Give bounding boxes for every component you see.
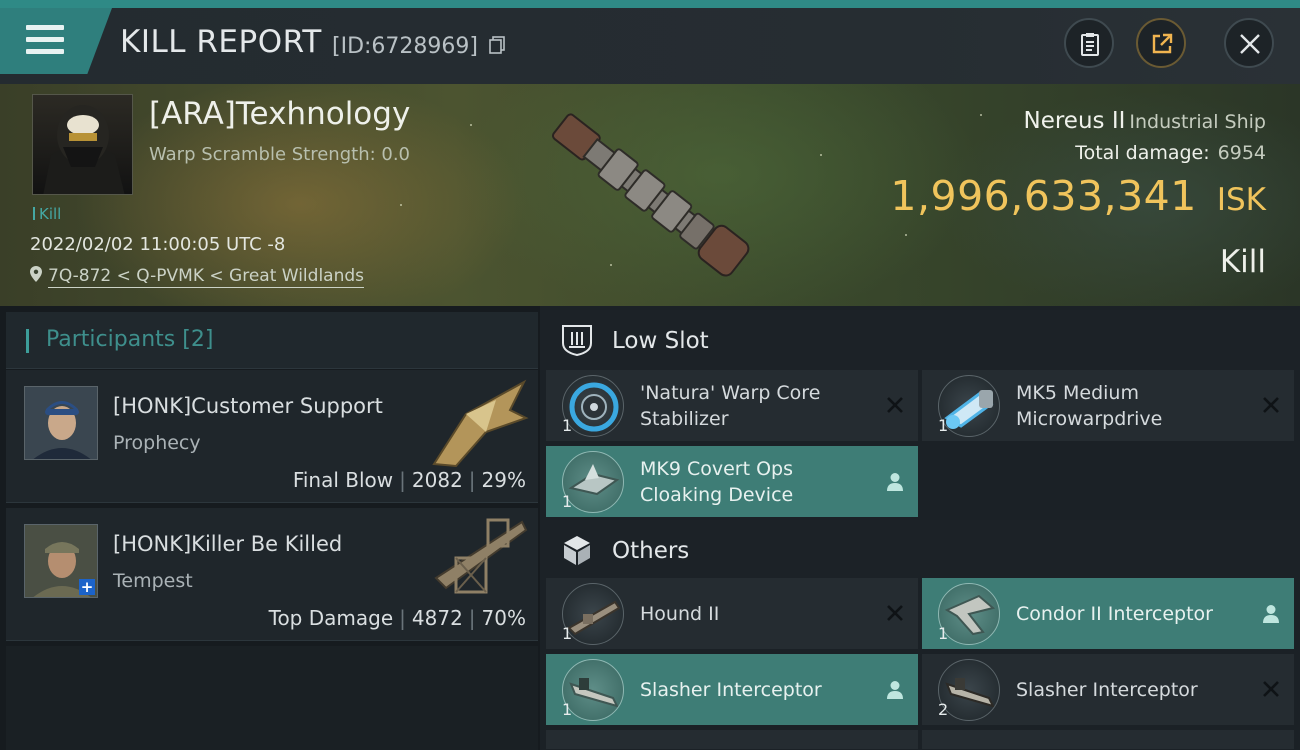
participant-name[interactable]: [HONK]Killer Be Killed [113, 532, 342, 556]
item-name: MK9 Covert Ops Cloaking Device [640, 458, 794, 506]
participant-damage: 2082 [411, 468, 463, 492]
cross-icon [1263, 681, 1279, 697]
participant-row[interactable]: + [HONK]Killer Be Killed Tempest Top Dam… [6, 508, 538, 641]
item-name: 'Natura' Warp Core Stabilizer [640, 382, 821, 430]
item-row[interactable]: 2 Slasher Interceptor [922, 654, 1294, 726]
isk-unit: ISK [1216, 182, 1266, 218]
section-title-low-slot: Low Slot [612, 328, 709, 354]
location-link[interactable]: 7Q-872 < Q-PVMK < Great Wildlands [48, 266, 365, 288]
item-quantity: 1 [562, 700, 573, 719]
victim-portrait[interactable] [32, 94, 133, 195]
cross-icon [887, 605, 903, 621]
isk-value: 1,996,633,341 [890, 172, 1197, 220]
participant-stats: Final Blow | 2082 | 29% [292, 468, 526, 492]
share-button[interactable] [1136, 18, 1186, 68]
item-row[interactable]: 1 Hound II [546, 578, 918, 650]
pilot-portrait-image [43, 105, 125, 194]
item-quantity: 1 [562, 624, 573, 643]
item-row[interactable]: 1 Condor II Interceptor [922, 578, 1294, 650]
section-header-low-slot: Low Slot [540, 310, 1300, 370]
ship-name[interactable]: Nereus II [1024, 108, 1126, 134]
hamburger-icon [26, 25, 64, 30]
participants-empty-area [6, 646, 538, 750]
participant-damage: 4872 [411, 606, 463, 630]
kill-tag: Kill [33, 205, 61, 223]
item-name: Hound II [640, 603, 720, 625]
participant-name[interactable]: [HONK]Customer Support [113, 394, 383, 418]
victim-banner: [ARA]Texhnology Warp Scramble Strength: … [0, 84, 1300, 306]
participants-count: [2] [182, 327, 214, 352]
participant-percent: 70% [481, 606, 526, 630]
participant-portrait-image [25, 387, 97, 459]
report-button[interactable] [1064, 18, 1114, 68]
location-pin-icon [30, 266, 42, 282]
victim-name[interactable]: [ARA]Texhnology [149, 96, 410, 132]
item-row-partial [546, 730, 918, 750]
kill-location[interactable]: 7Q-872 < Q-PVMK < Great Wildlands [30, 266, 365, 288]
page-title: KILL REPORT [120, 24, 322, 60]
participant-ship-image [432, 379, 529, 468]
total-damage-row: Total damage: 6954 [1075, 142, 1266, 164]
participant-stats: Top Damage | 4872 | 70% [268, 606, 526, 630]
cross-icon [1263, 397, 1279, 413]
victim-ship-line: Nereus II Industrial Ship [1024, 108, 1267, 134]
item-row-partial [922, 730, 1294, 750]
participant-role: Final Blow [292, 468, 394, 492]
section-title-others: Others [612, 538, 690, 564]
participant-role: Top Damage [268, 606, 394, 630]
item-row[interactable]: 1 MK9 Covert Ops Cloaking Device [546, 446, 918, 518]
shield-slot-icon [562, 325, 592, 357]
close-button[interactable] [1224, 18, 1274, 68]
plus-icon: + [79, 578, 95, 596]
item-name: Condor II Interceptor [1016, 603, 1213, 625]
title-bar: KILL REPORT [ID:6728969] [0, 8, 1300, 85]
share-icon [1152, 33, 1173, 54]
cube-icon [564, 536, 590, 565]
avatar: + [24, 524, 98, 598]
kill-datetime: 2022/02/02 11:00:05 UTC -8 [30, 234, 286, 255]
clipboard-icon [1081, 33, 1099, 56]
copy-icon[interactable] [489, 36, 505, 54]
avatar [24, 386, 98, 460]
ship-class: Industrial Ship [1129, 111, 1266, 133]
menu-button[interactable] [0, 8, 112, 74]
person-icon [887, 681, 903, 699]
participants-panel: Participants [2] [HONK]Customer Support … [0, 306, 540, 750]
kill-result: Kill [1219, 244, 1266, 280]
item-name: Slasher Interceptor [1016, 679, 1198, 701]
item-row[interactable]: 1 MK5 Medium Microwarpdrive [922, 370, 1294, 442]
item-quantity: 1 [938, 624, 949, 643]
person-icon [887, 473, 903, 491]
report-id: [ID:6728969] [332, 34, 478, 59]
close-icon [1240, 34, 1260, 54]
item-row[interactable]: 1 'Natura' Warp Core Stabilizer [546, 370, 918, 442]
total-damage-value: 6954 [1217, 142, 1266, 164]
participant-percent: 29% [481, 468, 526, 492]
warp-scramble-strength: Warp Scramble Strength: 0.0 [149, 144, 411, 165]
isk-value-row: 1,996,633,341 ISK [890, 172, 1266, 220]
participant-row[interactable]: [HONK]Customer Support Prophecy Final Bl… [6, 370, 538, 503]
participant-ship: Tempest [113, 570, 193, 592]
item-quantity: 1 [562, 416, 573, 435]
item-quantity: 1 [562, 492, 573, 511]
item-name: Slasher Interceptor [640, 679, 822, 701]
victim-ship-image[interactable] [525, 92, 775, 302]
participant-ship-image [434, 518, 528, 594]
item-quantity: 1 [938, 416, 949, 435]
participant-ship: Prophecy [113, 432, 201, 454]
item-quantity: 2 [938, 700, 949, 719]
items-panel: Low Slot 1 'Natura' Warp Core Stabilizer… [540, 306, 1300, 750]
item-name: MK5 Medium Microwarpdrive [1016, 382, 1163, 430]
participants-title: Participants [46, 327, 176, 352]
person-icon [1263, 605, 1279, 623]
item-row[interactable]: 1 Slasher Interceptor [546, 654, 918, 726]
top-accent-strip [0, 0, 1300, 8]
section-header-others: Others [540, 520, 1300, 580]
total-damage-label: Total damage: [1075, 142, 1210, 164]
participants-header: Participants [2] [6, 312, 538, 369]
cross-icon [887, 397, 903, 413]
